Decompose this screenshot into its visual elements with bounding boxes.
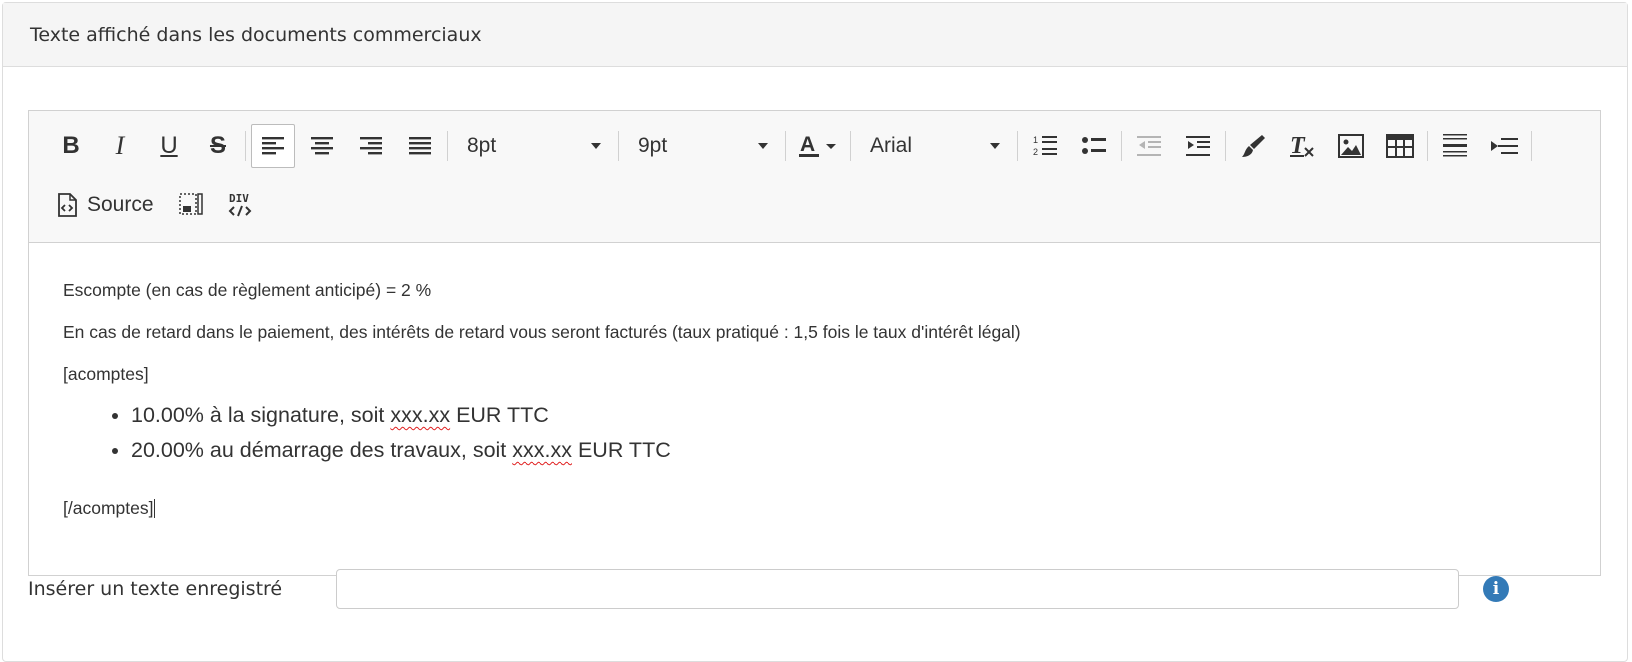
late-payment-line: En cas de retard dans le paiement, des i…	[63, 322, 1021, 342]
create-div-button[interactable]: DIV	[218, 183, 262, 227]
chevron-down-icon	[758, 143, 768, 149]
bullet-amount: xxx.xx	[390, 403, 451, 427]
panel-title: Texte affiché dans les documents commerc…	[30, 23, 482, 46]
saved-text-label: Insérer un texte enregistré	[28, 578, 283, 600]
svg-text:1: 1	[1033, 135, 1038, 145]
source-label: Source	[87, 193, 154, 216]
list-item: 10.00% à la signature, soit xxx.xx EUR T…	[131, 398, 671, 433]
remove-format-icon: T	[1290, 133, 1314, 159]
underline-button[interactable]: U	[147, 124, 191, 168]
bullet-text: 10.00% à la signature, soit	[131, 403, 391, 427]
indent-button[interactable]	[1176, 124, 1220, 168]
remove-format-button[interactable]: T	[1280, 124, 1324, 168]
copy-format-button[interactable]	[1231, 124, 1275, 168]
outdent-button[interactable]	[1127, 124, 1171, 168]
page-break-button[interactable]	[1482, 124, 1526, 168]
paint-brush-icon	[1242, 135, 1265, 157]
table-button[interactable]	[1378, 124, 1422, 168]
svg-text:DIV: DIV	[229, 192, 249, 205]
numbered-list-icon: 1 2	[1033, 135, 1057, 157]
italic-label: I	[115, 131, 125, 160]
font-family-select[interactable]: Arial	[856, 126, 1012, 166]
source-button[interactable]: Source	[49, 183, 164, 227]
bulleted-list-icon	[1082, 137, 1106, 154]
toolbar-separator	[1427, 131, 1428, 161]
chevron-down-icon	[990, 143, 1000, 149]
bold-label: B	[62, 132, 80, 159]
image-icon	[1338, 134, 1364, 158]
rich-text-editor: B I U S 8pt 9pt A Arial 1 2 T Source DIV…	[28, 110, 1601, 576]
bullet-suffix: EUR TTC	[450, 403, 549, 427]
font-size-select-1[interactable]: 8pt	[453, 126, 613, 166]
toolbar-row-2: Source DIV	[49, 183, 267, 227]
svg-text:2: 2	[1033, 147, 1038, 157]
font-family-value: Arial	[870, 134, 913, 157]
list-item: 20.00% au démarrage des travaux, soit xx…	[131, 433, 671, 468]
bulleted-list-button[interactable]	[1072, 124, 1116, 168]
div-icon: DIV	[228, 192, 251, 217]
toolbar-separator	[618, 131, 619, 161]
text-color-button[interactable]: A	[791, 124, 845, 168]
saved-text-input[interactable]	[336, 569, 1459, 609]
italic-button[interactable]: I	[98, 124, 142, 168]
toolbar-separator	[245, 131, 246, 161]
underline-label: U	[160, 132, 178, 159]
horizontal-rule-icon	[1443, 134, 1467, 157]
toolbar-separator	[447, 131, 448, 161]
deposit-list: 10.00% à la signature, soit xxx.xx EUR T…	[63, 398, 671, 468]
discount-line: Escompte (en cas de règlement anticipé) …	[63, 280, 432, 300]
acomptes-open-tag: [acomptes]	[63, 364, 149, 384]
image-button[interactable]	[1329, 124, 1373, 168]
align-right-button[interactable]	[349, 124, 393, 168]
text-cursor	[154, 499, 156, 518]
toolbar-separator	[1225, 131, 1226, 161]
font-size-select-2[interactable]: 9pt	[624, 126, 780, 166]
toolbar-row-1: B I U S 8pt 9pt A Arial 1 2 T	[49, 124, 1537, 168]
source-icon	[58, 193, 77, 217]
bullet-suffix: EUR TTC	[571, 438, 671, 462]
outdent-icon	[1137, 136, 1161, 156]
indent-icon	[1186, 136, 1210, 156]
align-left-icon	[262, 137, 284, 155]
chevron-down-icon	[591, 143, 601, 149]
text-color-icon: A	[799, 133, 836, 157]
align-justify-button[interactable]	[398, 124, 442, 168]
numbered-list-button[interactable]: 1 2	[1023, 124, 1067, 168]
horizontal-rule-button[interactable]	[1433, 124, 1477, 168]
table-icon	[1386, 134, 1414, 158]
align-center-button[interactable]	[300, 124, 344, 168]
font-size-value-2: 9pt	[638, 134, 668, 157]
svg-text:A: A	[800, 133, 815, 156]
bold-button[interactable]: B	[49, 124, 93, 168]
page-break-icon	[1491, 138, 1518, 154]
toolbar-separator	[1017, 131, 1018, 161]
font-size-value-1: 8pt	[467, 134, 497, 157]
show-blocks-button[interactable]	[169, 183, 213, 227]
toolbar-separator	[785, 131, 786, 161]
acomptes-close-tag: [/acomptes]	[63, 498, 154, 518]
bullet-text: 20.00% au démarrage des travaux, soit	[131, 438, 513, 462]
info-icon[interactable]: i	[1483, 576, 1509, 602]
bullet-amount: xxx.xx	[512, 438, 572, 462]
align-left-button[interactable]	[251, 124, 295, 168]
acomptes-close-line: [/acomptes]	[63, 498, 156, 518]
strikethrough-button[interactable]: S	[196, 124, 240, 168]
strikethrough-label: S	[209, 132, 226, 159]
toolbar-separator	[1531, 131, 1532, 161]
toolbar-separator	[850, 131, 851, 161]
show-blocks-icon	[178, 193, 203, 215]
align-justify-icon	[409, 137, 431, 155]
panel-heading: Texte affiché dans les documents commerc…	[3, 3, 1627, 67]
align-center-icon	[311, 137, 333, 155]
align-right-icon	[360, 137, 382, 155]
editor-toolbar: B I U S 8pt 9pt A Arial 1 2 T Source DIV	[29, 111, 1600, 243]
toolbar-separator	[1121, 131, 1122, 161]
saved-text-row: Insérer un texte enregistré i	[28, 568, 1608, 610]
